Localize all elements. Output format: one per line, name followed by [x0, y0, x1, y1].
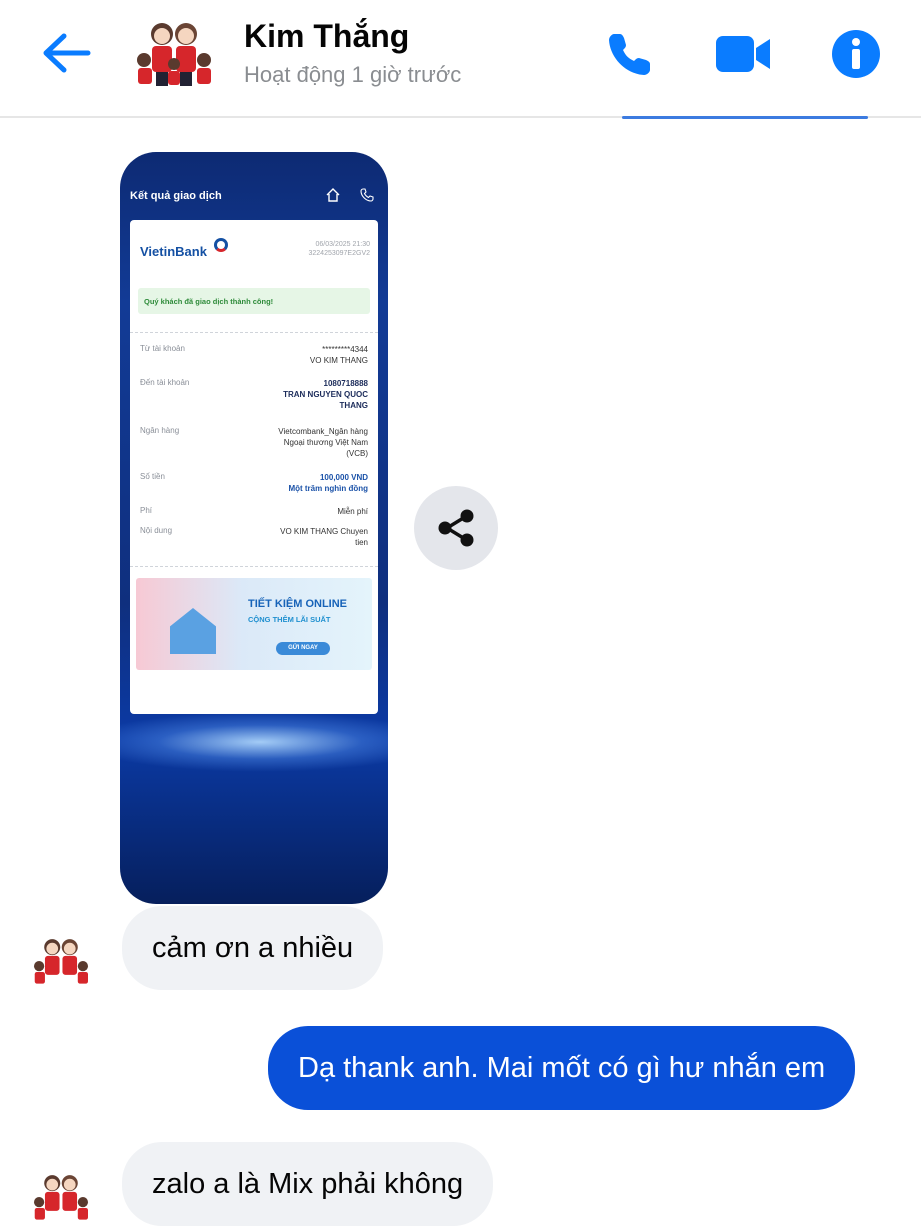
divider	[130, 332, 378, 333]
vietinbank-logo: VietinBank	[140, 244, 207, 259]
avatar[interactable]	[30, 1170, 92, 1224]
share-button[interactable]	[414, 486, 498, 570]
video-icon[interactable]	[714, 28, 772, 80]
avatar[interactable]	[30, 934, 92, 988]
chat-header: Kim Thắng Hoạt động 1 giờ trước	[0, 0, 921, 118]
avatar[interactable]	[132, 16, 216, 90]
contact-name[interactable]: Kim Thắng	[244, 18, 409, 55]
receipt-image[interactable]: Kết quả giao dịch VietinBank 06/03/2025 …	[120, 152, 388, 904]
message-incoming[interactable]: cảm ơn a nhiều	[122, 906, 384, 990]
share-icon	[438, 509, 474, 547]
home-icon	[326, 188, 340, 202]
house-icon	[170, 608, 216, 654]
info-icon[interactable]	[830, 28, 882, 80]
phone-icon[interactable]	[604, 28, 656, 80]
banner-button: GỬI NGAY	[276, 642, 330, 655]
receipt-datetime: 06/03/2025 21:30 3224253097E2GV2	[308, 241, 371, 257]
arrow-left-icon[interactable]	[40, 30, 92, 76]
active-status: Hoạt động 1 giờ trước	[244, 62, 462, 87]
receipt-screen-title: Kết quả giao dịch	[130, 190, 222, 202]
phone-icon	[360, 188, 374, 202]
banner-subtitle: CỘNG THÊM LÃI SUẤT	[248, 615, 331, 624]
success-banner: Quý khách đã giao dịch thành công!	[138, 288, 370, 314]
savings-banner: TIẾT KIỆM ONLINE CỘNG THÊM LÃI SUẤT GỬI …	[136, 578, 372, 670]
message-outgoing[interactable]: Dạ thank anh. Mai mốt có gì hư nhắn em	[268, 1026, 856, 1110]
message-incoming[interactable]: zalo a là Mix phải không	[122, 1142, 494, 1226]
banner-title: TIẾT KIỆM ONLINE	[248, 598, 347, 610]
receipt-card: VietinBank 06/03/2025 21:30 3224253097E2…	[130, 220, 378, 714]
decorative-glow	[120, 712, 388, 772]
divider	[130, 566, 378, 567]
divider	[622, 116, 868, 119]
bank-logo-mark	[214, 238, 228, 252]
